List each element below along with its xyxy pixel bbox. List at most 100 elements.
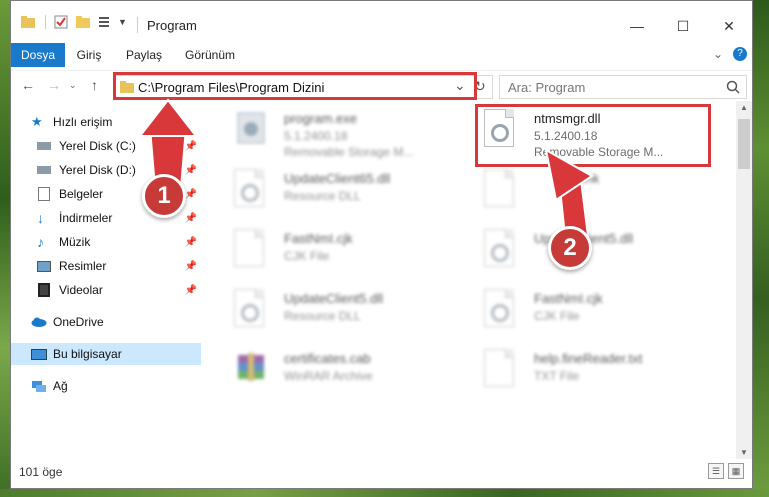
sidebar-item-label: Resimler <box>59 259 107 273</box>
winrar-icon <box>238 353 264 381</box>
sidebar-item-onedrive[interactable]: OneDrive <box>11 311 201 333</box>
search-box[interactable]: Ara: Program <box>499 75 747 99</box>
sidebar-item-network[interactable]: Ağ <box>11 375 201 397</box>
dll-gear-icon <box>234 169 268 209</box>
drive-icon <box>37 166 51 174</box>
file-item[interactable]: certificates.cab WinRAR Archive <box>216 343 456 399</box>
star-icon: ★ <box>31 114 43 129</box>
chevron-down-icon[interactable]: ▼ <box>118 17 127 27</box>
file-detail: CJK File <box>284 249 330 263</box>
desktop-background-right <box>753 0 769 497</box>
sidebar-item-label: Bu bilgisayar <box>53 347 122 361</box>
help-icon[interactable]: ? <box>733 47 747 61</box>
details-view-icon[interactable]: ☰ <box>708 463 724 479</box>
tab-giris[interactable]: Giriş <box>69 43 109 67</box>
properties-icon[interactable] <box>54 15 68 29</box>
vertical-scrollbar[interactable]: ▲ ▼ <box>736 101 752 459</box>
file-detail: Resource DLL <box>284 309 361 323</box>
file-name: FastNmI.cjk <box>284 231 353 246</box>
sidebar-item-label: İndirmeler <box>59 211 113 225</box>
step-1-badge: 1 <box>142 174 186 218</box>
sidebar-item-label: Yerel Disk (D:) <box>59 163 136 177</box>
dll-gear-icon <box>484 289 518 329</box>
sidebar-item-quick-access[interactable]: ★ Hızlı erişim <box>11 111 201 133</box>
pin-icon[interactable]: 📌 <box>185 213 197 224</box>
desktop-background-bottom <box>0 489 769 497</box>
sidebar-item-label: Yerel Disk (C:) <box>59 139 136 153</box>
file-item[interactable]: help.fineReader.txt TXT File <box>466 343 706 399</box>
file-explorer-window: ▼ Program — ☐ ✕ Dosya Giriş Paylaş Görün… <box>10 0 753 489</box>
sidebar-item-local-disk-c[interactable]: Yerel Disk (C:) 📌 <box>11 135 201 157</box>
view-buttons: ☰ ▦ <box>708 463 744 479</box>
step-2-badge: 2 <box>548 226 592 270</box>
tab-dosya[interactable]: Dosya <box>11 43 65 67</box>
file-name: ik.chk <box>566 171 600 186</box>
minimize-button[interactable]: — <box>615 11 659 41</box>
pin-icon[interactable]: 📌 <box>185 165 197 176</box>
large-icons-view-icon[interactable]: ▦ <box>728 463 744 479</box>
file-detail: CJK File <box>534 309 580 323</box>
file-detail: Resource DLL <box>284 189 361 203</box>
file-item[interactable]: FastNmI.cjk CJK File <box>216 223 456 279</box>
scroll-down-icon[interactable]: ▼ <box>740 448 748 457</box>
computer-icon <box>31 348 47 360</box>
file-item[interactable]: UpdateClient5.dll Resource DLL <box>216 283 456 339</box>
dll-gear-icon <box>484 229 518 269</box>
file-name: help.fineReader.txt <box>534 351 643 366</box>
search-input[interactable]: Ara: Program <box>508 80 585 95</box>
pin-icon[interactable]: 📌 <box>185 141 197 152</box>
file-name: program.exe <box>284 111 357 126</box>
ribbon-expand-icon[interactable]: ⌄ <box>713 47 723 61</box>
sidebar-item-music[interactable]: ♪ Müzik 📌 <box>11 231 201 253</box>
blank-file-icon <box>234 229 268 269</box>
file-item[interactable]: ik.chk <box>466 163 706 219</box>
music-icon: ♪ <box>37 234 44 250</box>
recent-locations-icon[interactable]: ⌄ <box>69 80 77 91</box>
sidebar-item-label: Hızlı erişim <box>53 115 113 129</box>
network-icon <box>32 381 46 392</box>
sidebar-item-videos[interactable]: Videolar 📌 <box>11 279 201 301</box>
sidebar-item-label: Ağ <box>53 379 68 393</box>
file-name: FastNmI.cjk <box>534 291 603 306</box>
search-icon <box>726 80 740 94</box>
sidebar-item-label: OneDrive <box>53 315 104 329</box>
video-icon <box>38 283 50 297</box>
quick-access-toolbar: ▼ <box>21 15 127 29</box>
address-highlight-box <box>113 72 477 100</box>
folder-icon <box>21 16 35 28</box>
scrollbar-thumb[interactable] <box>738 119 750 169</box>
dll-gear-icon <box>234 289 268 329</box>
ribbon-tabs: Dosya Giriş Paylaş Görünüm ⌄ ? <box>11 43 752 67</box>
file-name: certificates.cab <box>284 351 371 366</box>
sidebar-item-this-pc[interactable]: Bu bilgisayar <box>11 343 201 365</box>
blank-file-icon <box>484 169 518 209</box>
file-item[interactable]: FastNmI.cjk CJK File <box>466 283 706 339</box>
pin-icon[interactable]: 📌 <box>185 261 197 272</box>
title-bar: ▼ Program — ☐ ✕ <box>11 1 752 41</box>
sidebar-item-label: Belgeler <box>59 187 104 201</box>
new-folder-icon[interactable] <box>76 16 90 28</box>
up-arrow-icon[interactable]: ↑ <box>91 77 98 93</box>
exe-icon <box>237 112 265 144</box>
file-item[interactable]: program.exe 5.1.2400.18 Removable Storag… <box>216 103 456 159</box>
sidebar-item-label: Müzik <box>59 235 91 249</box>
status-item-count: 101 öge <box>19 465 63 479</box>
sidebar-item-pictures[interactable]: Resimler 📌 <box>11 255 201 277</box>
customize-toolbar-icon[interactable] <box>98 15 114 29</box>
sidebar-item-label: Videolar <box>59 283 103 297</box>
tab-gorunum[interactable]: Görünüm <box>177 43 243 67</box>
file-detail: Removable Storage M... <box>284 145 414 159</box>
forward-arrow-icon[interactable]: → <box>47 77 61 93</box>
window-title: Program <box>147 18 197 33</box>
tab-paylas[interactable]: Paylaş <box>119 43 169 67</box>
pin-icon[interactable]: 📌 <box>185 189 197 200</box>
pictures-icon <box>37 260 51 272</box>
maximize-button[interactable]: ☐ <box>661 11 705 41</box>
close-button[interactable]: ✕ <box>707 11 751 41</box>
pin-icon[interactable]: 📌 <box>185 237 197 248</box>
pin-icon[interactable]: 📌 <box>185 285 197 296</box>
text-file-icon <box>484 349 518 389</box>
back-arrow-icon[interactable]: ← <box>21 77 35 93</box>
scroll-up-icon[interactable]: ▲ <box>740 103 748 112</box>
file-item[interactable]: UpdateClient65.dll Resource DLL <box>216 163 456 219</box>
